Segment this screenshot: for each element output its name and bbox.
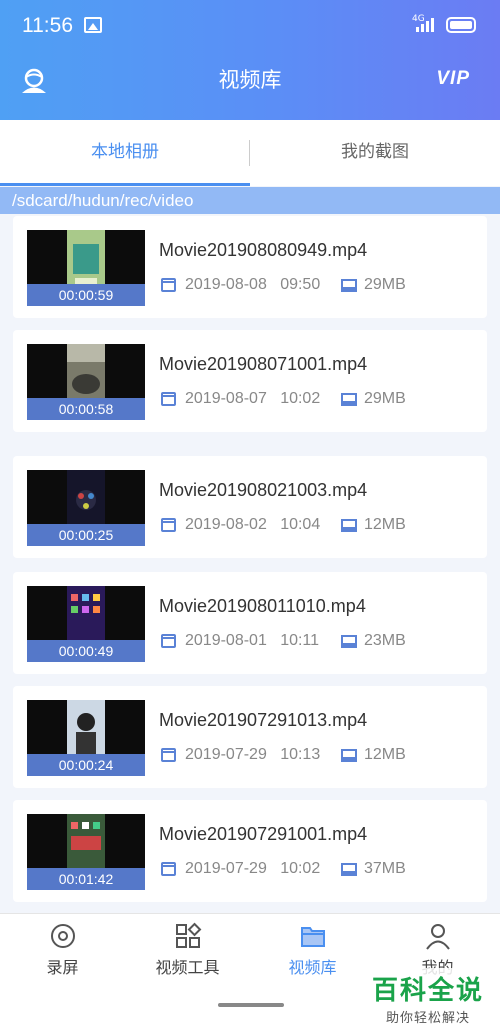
video-thumbnail: 00:00:24 xyxy=(27,700,145,776)
video-thumbnail: 00:01:42 xyxy=(27,814,145,890)
status-time: 11:56 xyxy=(22,14,73,37)
video-thumbnail: 00:00:49 xyxy=(27,586,145,662)
video-date: 2019-08-01 10:11 xyxy=(185,632,320,649)
video-thumbnail: 00:00:58 xyxy=(27,344,145,420)
storage-icon xyxy=(341,863,357,876)
video-date: 2019-08-02 10:04 xyxy=(185,516,321,533)
folder-icon xyxy=(300,927,325,947)
signal-icon xyxy=(416,18,434,32)
video-date: 2019-08-08 09:50 xyxy=(185,276,321,293)
watermark-subtitle: 助你轻松解决 xyxy=(385,1011,470,1026)
tab-my-screenshots[interactable]: 我的截图 xyxy=(250,120,500,186)
battery-icon xyxy=(446,17,476,33)
video-item[interactable]: 00:00:49 Movie201908011010.mp4 2019-08-0… xyxy=(13,572,487,674)
video-duration: 00:00:59 xyxy=(27,284,145,306)
video-filename: Movie201908011010.mp4 xyxy=(159,596,366,616)
tab-bar: 本地相册 我的截图 xyxy=(0,120,500,186)
video-thumbnail: 00:00:25 xyxy=(27,470,145,546)
storage-icon xyxy=(341,519,357,532)
tab-local-album[interactable]: 本地相册 xyxy=(0,120,250,186)
video-item[interactable]: 00:00:25 Movie201908021003.mp4 2019-08-0… xyxy=(13,456,487,558)
calendar-icon xyxy=(161,392,176,406)
video-item[interactable]: 00:00:58 Movie201908071001.mp4 2019-08-0… xyxy=(13,330,487,432)
video-date: 2019-07-29 10:02 xyxy=(185,860,321,877)
nav-label: 视频库 xyxy=(288,958,337,977)
video-item[interactable]: 00:00:24 Movie201907291013.mp4 2019-07-2… xyxy=(13,686,487,788)
video-size: 12MB xyxy=(364,746,406,763)
image-notification-icon xyxy=(84,17,102,33)
status-bar: 11:56 4G xyxy=(0,0,500,52)
nav-label: 录屏 xyxy=(46,958,79,977)
calendar-icon xyxy=(161,634,176,648)
video-filename: Movie201907291013.mp4 xyxy=(159,710,368,730)
video-item[interactable]: 00:01:42 Movie201907291001.mp4 2019-07-2… xyxy=(13,800,487,902)
nav-label: 视频工具 xyxy=(155,958,220,977)
video-duration: 00:01:42 xyxy=(27,868,145,890)
calendar-icon xyxy=(161,518,176,532)
profile-icon xyxy=(425,924,450,950)
watermark: 百科全说 助你轻松解决 xyxy=(367,968,488,1028)
active-tab-indicator xyxy=(0,183,250,186)
page-title: 视频库 xyxy=(218,68,282,92)
storage-icon xyxy=(341,279,357,292)
video-date: 2019-08-07 10:02 xyxy=(185,390,321,407)
home-indicator[interactable] xyxy=(218,1003,284,1007)
video-size: 29MB xyxy=(364,276,406,293)
video-thumbnail: 00:00:59 xyxy=(27,230,145,306)
calendar-icon xyxy=(161,862,176,876)
video-size: 37MB xyxy=(364,860,406,877)
nav-record[interactable]: 录屏 xyxy=(0,922,125,978)
video-filename: Movie201908021003.mp4 xyxy=(159,480,368,500)
video-filename: Movie201908071001.mp4 xyxy=(159,354,368,374)
calendar-icon xyxy=(161,748,176,762)
video-duration: 00:00:25 xyxy=(27,524,145,546)
storage-icon xyxy=(341,749,357,762)
storage-icon xyxy=(341,393,357,406)
video-size: 29MB xyxy=(364,390,406,407)
vip-button[interactable]: VIP xyxy=(436,68,470,90)
video-size: 23MB xyxy=(364,632,406,649)
video-duration: 00:00:58 xyxy=(27,398,145,420)
folder-path: /sdcard/hudun/rec/video xyxy=(0,187,500,214)
tools-icon xyxy=(175,922,201,948)
storage-icon xyxy=(341,635,357,648)
app-header: 11:56 4G 视频库 VIP xyxy=(0,0,500,120)
video-date: 2019-07-29 10:13 xyxy=(185,746,321,763)
title-bar: 视频库 VIP xyxy=(0,52,500,108)
watermark-title: 百科全说 xyxy=(371,976,484,1006)
calendar-icon xyxy=(161,278,176,292)
video-filename: Movie201908080949.mp4 xyxy=(159,240,368,260)
record-icon xyxy=(50,924,75,948)
video-duration: 00:00:24 xyxy=(27,754,145,776)
video-item[interactable]: 00:00:59 Movie201908080949.mp4 2019-08-0… xyxy=(13,216,487,318)
nav-video-tools[interactable]: 视频工具 xyxy=(125,922,250,978)
nav-video-library[interactable]: 视频库 xyxy=(250,922,375,978)
video-duration: 00:00:49 xyxy=(27,640,145,662)
video-filename: Movie201907291001.mp4 xyxy=(159,824,368,844)
video-size: 12MB xyxy=(364,516,406,533)
